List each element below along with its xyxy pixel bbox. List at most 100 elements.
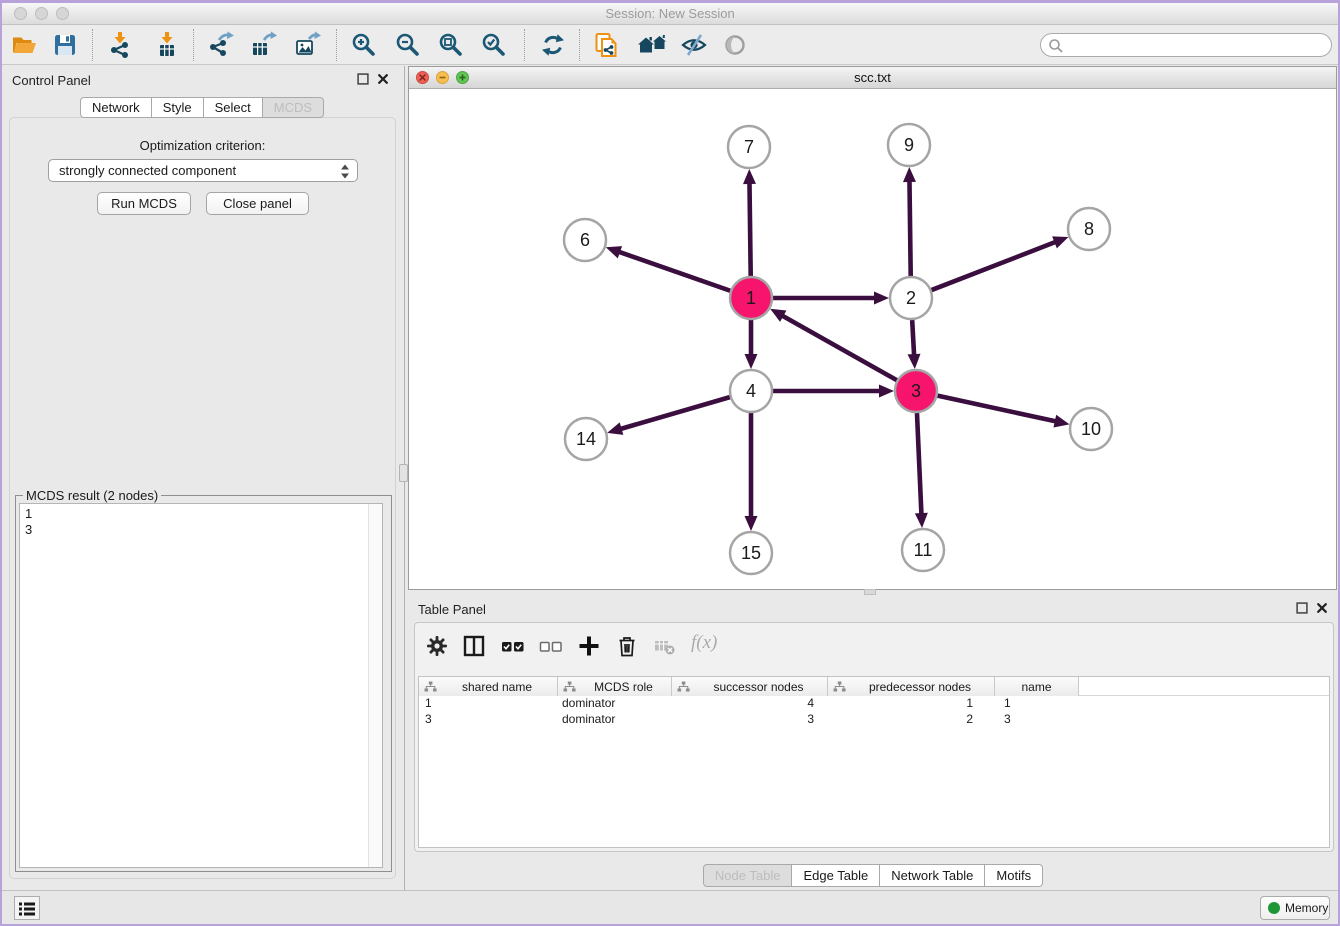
table-cell[interactable]: 1 [995,696,1079,712]
select-stepper-icon [339,163,351,186]
tree-hierarchy-icon [833,681,846,693]
edge-arrowhead [606,246,622,258]
mcds-result-area[interactable]: 1 3 [19,503,383,868]
table-cell[interactable]: 1 [419,696,558,712]
graph-node-label-15: 15 [741,543,761,563]
run-mcds-button[interactable]: Run MCDS [97,192,191,215]
tab-network[interactable]: Network [80,97,152,118]
optimization-criterion-label: Optimization criterion: [10,138,395,153]
birdseye-view-icon[interactable] [721,31,749,59]
tab-edge-table[interactable]: Edge Table [792,864,880,887]
add-column-icon[interactable] [577,634,601,658]
table-cell[interactable]: 4 [672,696,828,712]
edge-arrowhead [874,292,889,305]
graph-node-label-14: 14 [576,429,596,449]
close-panel-icon[interactable] [377,73,389,85]
graph-edge-1-7[interactable] [749,181,750,276]
open-session-icon[interactable] [10,31,38,59]
memory-label: Memory [1285,901,1328,915]
network-canvas[interactable]: 1234678910111415 [409,89,1336,589]
settings-gear-icon[interactable] [425,634,449,658]
table-row[interactable]: 3dominator323 [419,712,1329,728]
table-cell[interactable]: dominator [558,696,672,712]
column-header-successor-nodes[interactable]: successor nodes [672,677,828,696]
table-panel-tabs: Node TableEdge TableNetwork TableMotifs [408,864,1338,887]
tab-node-table[interactable]: Node Table [703,864,793,887]
zoom-in-icon[interactable] [350,31,378,59]
tab-select[interactable]: Select [204,97,263,118]
zoom-out-icon[interactable] [394,31,422,59]
memory-button[interactable]: Memory [1260,896,1330,920]
tree-hierarchy-icon [424,681,437,693]
zoom-selected-icon[interactable] [480,31,508,59]
edge-arrowhead [908,354,921,369]
result-scrollbar[interactable] [368,504,382,867]
clear-all-checkboxes-icon[interactable] [539,634,563,658]
list-icon [15,897,39,921]
tab-style[interactable]: Style [152,97,204,118]
column-header-shared-name[interactable]: shared name [419,677,558,696]
function-builder-icon[interactable]: f(x) [691,632,717,654]
graph-node-label-4: 4 [746,381,756,401]
table-cell[interactable]: 3 [995,712,1079,728]
table-body: 1dominator4113dominator323 [419,696,1329,728]
select-all-checkboxes-icon[interactable] [501,634,525,658]
network-window-titlebar[interactable]: scc.txt [409,67,1336,89]
graph-node-label-2: 2 [906,288,916,308]
float-panel-icon[interactable] [357,73,369,85]
network-graph[interactable]: 1234678910111415 [409,89,1336,590]
network-window: scc.txt 1234678910111415 [408,66,1337,590]
tree-hierarchy-icon [563,681,576,693]
graph-edge-3-11[interactable] [917,413,922,516]
column-header-MCDS-role[interactable]: MCDS role [558,677,672,696]
table-panel-title: Table Panel [418,602,486,617]
task-history-button[interactable] [14,896,40,920]
table-cell[interactable]: 3 [672,712,828,728]
table-cell[interactable]: 3 [419,712,558,728]
export-table-icon[interactable] [249,31,277,59]
import-network-icon[interactable] [106,31,134,59]
clone-network-icon[interactable] [592,31,620,59]
close-table-panel-icon[interactable] [1316,602,1328,614]
horizontal-splitter-handle[interactable] [864,589,876,595]
float-table-panel-icon[interactable] [1296,602,1308,614]
node-table: shared nameMCDS rolesuccessor nodesprede… [418,676,1330,848]
graph-node-label-7: 7 [744,137,754,157]
criterion-select[interactable]: strongly connected component [48,159,358,182]
memory-status-icon [1268,902,1280,914]
close-panel-button[interactable]: Close panel [206,192,309,215]
graph-edge-3-1[interactable] [781,315,897,381]
graph-edge-1-6[interactable] [617,251,730,291]
table-cell[interactable]: 1 [828,696,995,712]
graph-edge-2-3[interactable] [912,320,914,357]
hide-graphics-details-icon[interactable] [680,31,708,59]
column-header-predecessor-nodes[interactable]: predecessor nodes [828,677,995,696]
table-cell[interactable]: dominator [558,712,672,728]
tab-motifs[interactable]: Motifs [985,864,1043,887]
column-header-name[interactable]: name [995,677,1079,696]
table-row[interactable]: 1dominator411 [419,696,1329,712]
graph-edge-2-9[interactable] [909,179,910,276]
tab-mcds[interactable]: MCDS [263,97,324,118]
criterion-select-value: strongly connected component [59,163,236,178]
delete-table-icon[interactable] [653,634,677,658]
column-layout-icon[interactable] [462,634,486,658]
tab-network-table[interactable]: Network Table [880,864,985,887]
search-input[interactable] [1067,36,1323,54]
table-cell[interactable]: 2 [828,712,995,728]
import-table-icon[interactable] [153,31,181,59]
delete-column-icon[interactable] [615,634,639,658]
graph-node-label-11: 11 [914,540,933,560]
zoom-fit-icon[interactable] [437,31,465,59]
export-network-icon[interactable] [206,31,234,59]
export-image-icon[interactable] [293,31,321,59]
refresh-layout-icon[interactable] [539,31,567,59]
mcds-result-text: 1 3 [25,506,32,538]
graph-edge-4-14[interactable] [619,397,730,429]
graph-edge-2-8[interactable] [932,241,1058,290]
graph-edge-3-10[interactable] [937,396,1057,422]
graph-node-label-8: 8 [1084,219,1094,239]
save-session-icon[interactable] [51,31,79,59]
home-icon[interactable] [638,31,666,59]
vertical-splitter-handle[interactable] [399,464,408,482]
